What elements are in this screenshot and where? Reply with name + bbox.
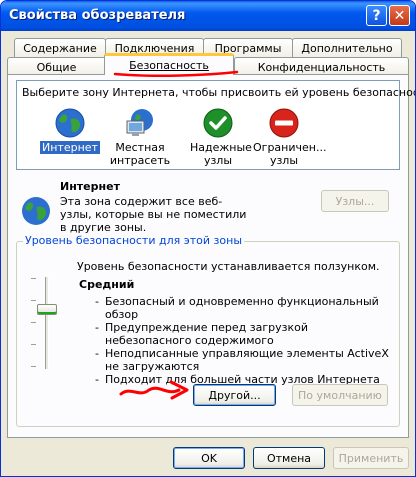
zone-list-caption: Выберите зону Интернета, чтобы присвоить…: [22, 86, 416, 99]
ok-button[interactable]: OK: [173, 447, 245, 469]
zone-local-intranet[interactable]: Местная интрасеть: [107, 107, 173, 167]
list-item: - Безопасный и одновременно функциональны…: [95, 295, 395, 321]
apply-button[interactable]: Применить: [333, 447, 409, 469]
restricted-icon: [269, 108, 299, 138]
globe-icon: [55, 108, 85, 138]
custom-level-button[interactable]: Другой...: [193, 384, 276, 406]
security-level-name: Средний: [79, 278, 135, 291]
level-description: - Безопасный и одновременно функциональны…: [95, 295, 395, 386]
close-icon: ✕: [393, 7, 406, 24]
button-label: По умолчанию: [298, 388, 382, 402]
list-item: - Предупреждение перед загрузкой небезопа…: [95, 321, 395, 347]
slider-tick: [31, 300, 36, 301]
button-label: OK: [201, 451, 217, 465]
tab-label: Содержание: [23, 41, 97, 55]
title-bar[interactable]: Свойства обозревателя ? ✕: [1, 1, 415, 31]
close-button[interactable]: ✕: [389, 5, 410, 26]
default-level-button[interactable]: По умолчанию: [292, 384, 388, 406]
globe-icon: [22, 197, 50, 225]
security-level-group: Уровень безопасности для этой зоны Урове…: [16, 234, 400, 427]
zone-label: Интернет: [40, 141, 100, 154]
security-level-legend: Уровень безопасности для этой зоны: [23, 234, 244, 247]
button-label: Отмена: [266, 451, 312, 465]
zone-internet[interactable]: Интернет: [37, 107, 103, 154]
tab-label: Дополнительно: [301, 41, 393, 55]
security-slider-thumb[interactable]: [37, 304, 57, 315]
check-icon: [203, 108, 233, 138]
zone-restricted-sites[interactable]: Ограничен... узлы: [251, 107, 327, 167]
zone-detail-title: Интернет: [60, 180, 120, 193]
list-item-text: Безопасный и одновременно функциональный…: [105, 295, 379, 321]
button-label: Другой...: [208, 388, 261, 402]
zone-label: Местная интрасеть: [109, 141, 171, 167]
slider-hint: Уровень безопасности устанавливается пол…: [77, 260, 380, 273]
zone-label: Надежные узлы: [190, 141, 252, 167]
cancel-button[interactable]: Отмена: [253, 447, 325, 469]
window-title: Свойства обозревателя: [9, 8, 186, 23]
list-item-text: Предупреждение перед загрузкой небезопас…: [105, 321, 309, 347]
internet-options-window: Свойства обозревателя ? ✕ Содержание Под…: [0, 0, 416, 477]
red-underline-annotation: [113, 70, 239, 77]
zone-trusted-sites[interactable]: Надежные узлы: [185, 107, 252, 167]
help-icon: ?: [372, 7, 381, 24]
tab-advanced[interactable]: Дополнительно: [292, 38, 402, 57]
sites-button[interactable]: Узлы...: [321, 190, 389, 212]
list-item: - Неподписанные управляющие элементы Acti…: [95, 347, 395, 373]
zone-label: Ограничен... узлы: [253, 141, 327, 167]
security-tab-page: Выберите зону Интернета, чтобы присвоить…: [7, 74, 415, 438]
slider-tick: [31, 344, 36, 345]
red-arrow-annotation: [119, 380, 189, 400]
security-slider-track[interactable]: [45, 277, 49, 369]
tab-label: Конфиденциальность: [257, 60, 386, 74]
help-button[interactable]: ?: [366, 5, 387, 26]
tab-label: Общие: [36, 60, 77, 74]
zone-list: Выберите зону Интернета, чтобы присвоить…: [16, 80, 415, 170]
zone-detail-description: Эта зона содержит все веб-узлы, которые …: [60, 195, 247, 234]
intranet-computer-icon: [126, 109, 153, 136]
button-label: Применить: [338, 451, 404, 465]
slider-tick: [31, 278, 36, 279]
button-label: Узлы...: [335, 194, 375, 208]
list-item-text: Неподписанные управляющие элементы Activ…: [105, 347, 389, 373]
tab-content[interactable]: Содержание: [14, 38, 106, 57]
slider-tick: [31, 322, 36, 323]
slider-tick: [31, 366, 36, 367]
